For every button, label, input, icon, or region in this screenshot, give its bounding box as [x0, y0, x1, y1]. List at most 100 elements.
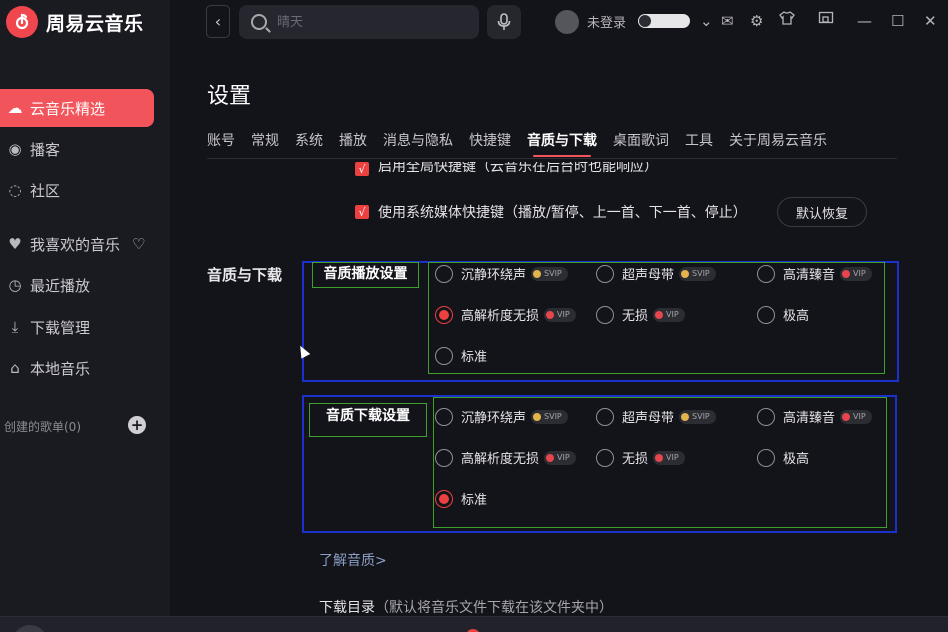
checkbox-checked-icon[interactable]: √: [355, 162, 369, 176]
download-option-surround[interactable]: 沉静环绕声 SVIP: [435, 407, 568, 426]
sidebar-item-podcast[interactable]: ◉ 播客: [0, 130, 154, 168]
back-button[interactable]: ‹: [206, 5, 230, 38]
download-option-hires-lossless[interactable]: 高解析度无损 VIP: [435, 448, 576, 467]
tab-tools[interactable]: 工具: [685, 130, 713, 158]
restore-defaults-button[interactable]: 默认恢复: [777, 197, 867, 227]
vip-badge[interactable]: [638, 14, 690, 28]
radio-icon[interactable]: [596, 407, 614, 426]
radio-icon[interactable]: [435, 346, 453, 365]
svip-badge: SVIP: [679, 409, 716, 424]
tab-system[interactable]: 系统: [295, 130, 323, 158]
minimize-icon[interactable]: —: [857, 10, 872, 32]
radio-icon[interactable]: [757, 264, 775, 283]
play-option-hires-lossless[interactable]: 高解析度无损 VIP: [435, 305, 576, 324]
vip-badge: VIP: [653, 450, 685, 465]
option-label: 高解析度无损: [461, 309, 540, 324]
download-option-lossless[interactable]: 无损 VIP: [596, 448, 685, 467]
search-box[interactable]: [239, 5, 479, 39]
tab-desktop-lyrics[interactable]: 桌面歌词: [613, 130, 669, 158]
radio-checked-icon[interactable]: [435, 489, 453, 508]
play-option-standard[interactable]: 标准: [435, 346, 487, 365]
sidebar-item-label: 我喜欢的音乐: [30, 235, 121, 254]
sidebar-item-label: 云音乐精选: [30, 99, 106, 118]
vip-badge: VIP: [544, 450, 576, 465]
add-playlist-icon[interactable]: +: [128, 416, 146, 434]
svip-badge: SVIP: [531, 266, 568, 281]
badge-text: VIP: [666, 453, 679, 462]
badge-text: SVIP: [692, 412, 710, 421]
badge-text: VIP: [853, 269, 866, 278]
radio-checked-icon[interactable]: [435, 305, 453, 324]
sidebar-item-community[interactable]: ◌ 社区: [0, 171, 154, 209]
skin-shirt-icon[interactable]: [779, 10, 795, 32]
play-option-hd[interactable]: 高清臻音 VIP: [757, 264, 872, 283]
download-option-standard[interactable]: 标准: [435, 489, 487, 508]
sidebar-item-downloads[interactable]: ⤓ 下载管理: [0, 308, 154, 346]
radio-icon[interactable]: [596, 448, 614, 467]
play-option-master[interactable]: 超声母带 SVIP: [596, 264, 716, 283]
now-playing-cover[interactable]: [12, 625, 48, 632]
login-status[interactable]: 未登录: [587, 12, 626, 31]
download-option-hd[interactable]: 高清臻音 VIP: [757, 407, 872, 426]
tabs-divider: [207, 158, 897, 159]
vip-dot-icon: [546, 453, 555, 462]
cloud-music-icon: ☁: [7, 99, 23, 117]
radio-icon[interactable]: [435, 264, 453, 283]
option-label: 无损: [622, 452, 649, 467]
voice-search-button[interactable]: [487, 5, 521, 39]
radio-icon[interactable]: [596, 264, 614, 283]
microphone-icon: [497, 13, 511, 30]
app-logo[interactable]: 周易云音乐: [6, 6, 144, 38]
search-icon: [251, 14, 267, 30]
tab-general[interactable]: 常规: [251, 130, 279, 158]
global-shortcut-label: 启用全局快捷键（云音乐在后台时也能响应）: [378, 162, 658, 175]
option-label: 超声母带: [622, 411, 675, 426]
clock-icon: ◷: [8, 276, 22, 294]
option-label: 无损: [622, 309, 649, 324]
download-option-master[interactable]: 超声母带 SVIP: [596, 407, 716, 426]
global-shortcut-option[interactable]: √ 启用全局快捷键（云音乐在后台时也能响应）: [355, 162, 658, 176]
download-option-exhigh[interactable]: 极高: [757, 448, 809, 467]
sidebar-item-local-music[interactable]: ⌂ 本地音乐: [0, 349, 154, 387]
play-option-lossless[interactable]: 无损 VIP: [596, 305, 685, 324]
radio-icon[interactable]: [596, 305, 614, 324]
tab-about[interactable]: 关于周易云音乐: [729, 130, 827, 158]
chevron-down-icon[interactable]: ⌄: [700, 10, 713, 32]
heart-mode-icon[interactable]: ♡: [132, 235, 145, 253]
checkbox-checked-icon[interactable]: √: [355, 205, 369, 219]
badge-text: VIP: [557, 310, 570, 319]
play-option-exhigh[interactable]: 极高: [757, 305, 809, 324]
maximize-icon[interactable]: ☐: [891, 10, 904, 32]
play-option-surround[interactable]: 沉静环绕声 SVIP: [435, 264, 568, 283]
mail-icon[interactable]: ✉: [721, 10, 734, 32]
sidebar-item-label: 本地音乐: [30, 359, 91, 378]
learn-quality-link[interactable]: 了解音质>: [319, 550, 387, 570]
tab-account[interactable]: 账号: [207, 130, 235, 158]
option-label: 极高: [783, 309, 810, 324]
community-icon: ◌: [8, 181, 22, 199]
radio-icon[interactable]: [435, 448, 453, 467]
radio-icon[interactable]: [757, 305, 775, 324]
tab-shortcuts[interactable]: 快捷键: [469, 130, 511, 158]
tab-quality-download[interactable]: 音质与下载: [527, 130, 597, 158]
close-icon[interactable]: ✕: [924, 10, 937, 32]
avatar[interactable]: [555, 10, 579, 34]
section-label-quality-download: 音质与下载: [207, 266, 283, 284]
gear-icon[interactable]: ⚙: [750, 10, 763, 32]
tab-messages-privacy[interactable]: 消息与隐私: [383, 130, 453, 158]
option-label: 沉静环绕声: [461, 411, 527, 426]
sidebar-item-liked-music[interactable]: ♥ 我喜欢的音乐 ♡: [0, 225, 154, 263]
download-directory-label: 下载目录（默认将音乐文件下载在该文件夹中）: [319, 597, 613, 617]
radio-icon[interactable]: [757, 407, 775, 426]
system-media-shortcut-option[interactable]: √ 使用系统媒体快捷键（播放/暂停、上一首、下一首、停止）: [355, 202, 747, 222]
created-playlists-label[interactable]: 创建的歌单(0): [4, 418, 81, 435]
badge-text: VIP: [557, 453, 570, 462]
radio-icon[interactable]: [757, 448, 775, 467]
sidebar-item-recent[interactable]: ◷ 最近播放: [0, 266, 154, 304]
sidebar-item-featured[interactable]: ☁ 云音乐精选: [0, 89, 154, 127]
search-input[interactable]: [277, 14, 457, 30]
tab-playback[interactable]: 播放: [339, 130, 367, 158]
podcast-icon: ◉: [8, 140, 22, 158]
radio-icon[interactable]: [435, 407, 453, 426]
mini-mode-icon[interactable]: [818, 10, 834, 32]
